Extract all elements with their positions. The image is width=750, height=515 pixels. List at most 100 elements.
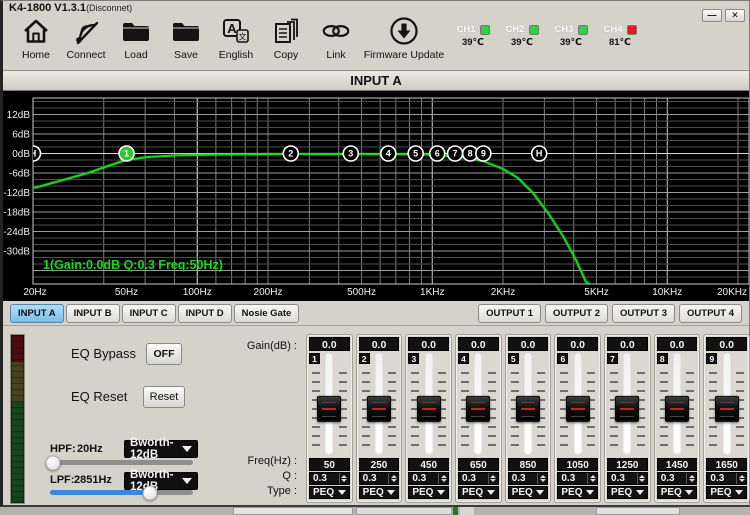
band-type-dropdown[interactable]: PEQ xyxy=(657,486,698,499)
freq-row-label: Freq(Hz) : xyxy=(248,455,298,467)
tab-input-4[interactable]: INPUT D xyxy=(178,304,232,323)
band-gain-slider[interactable] xyxy=(359,364,400,457)
band-gain-slider[interactable] xyxy=(557,364,598,457)
band-q-spinner[interactable]: 0.3 xyxy=(359,472,400,485)
x-axis-label: 20Hz xyxy=(23,287,46,298)
toolbar-button[interactable]: Home xyxy=(11,14,61,61)
tab-input-5[interactable]: Nosie Gate xyxy=(234,304,300,323)
band-q-spinner[interactable]: 0.3 xyxy=(408,472,449,485)
channel-status: CH1 39℃ xyxy=(455,24,491,48)
band-4-marker[interactable]: 4 xyxy=(381,146,396,161)
band-type-dropdown[interactable]: PEQ xyxy=(359,486,400,499)
x-axis-label: 1KHz xyxy=(420,287,444,298)
toolbar-button[interactable]: A文 English xyxy=(211,14,261,61)
band-q-spinner[interactable]: 0.3 xyxy=(607,472,648,485)
band-1-marker[interactable]: 1 xyxy=(119,146,134,161)
link-icon xyxy=(320,14,352,48)
hpf-type-dropdown[interactable]: Bworth-12dB xyxy=(124,440,198,458)
toolbar-button[interactable]: Firmware Update xyxy=(361,14,447,61)
band-gain-slider[interactable] xyxy=(508,364,549,457)
x-axis-label: 5KHz xyxy=(584,287,608,298)
band-type-dropdown[interactable]: PEQ xyxy=(607,486,648,499)
toolbar-button[interactable]: Link xyxy=(311,14,361,61)
band-gain-slider[interactable] xyxy=(458,364,499,457)
band-gain-slider[interactable] xyxy=(657,364,698,457)
eq-band-strip: 0.0 8 1450 0.3 PEQ xyxy=(654,334,701,503)
band-type-dropdown[interactable]: PEQ xyxy=(557,486,598,499)
tab-input-2[interactable]: INPUT B xyxy=(66,304,120,323)
toolbar-button[interactable]: Copy xyxy=(261,14,311,61)
toolbar-button[interactable]: Load xyxy=(111,14,161,61)
band-2-marker[interactable]: 2 xyxy=(283,146,298,161)
band-freq-value: 1650 xyxy=(706,458,747,471)
band-q-spinner[interactable]: 0.3 xyxy=(657,472,698,485)
channel-status-led xyxy=(480,25,490,35)
spinner-arrows-icon[interactable] xyxy=(488,473,498,484)
band-number-badge: 7 xyxy=(607,353,618,364)
toolbar-button-label: Load xyxy=(124,49,147,61)
band-6-marker[interactable]: 6 xyxy=(430,146,445,161)
band-9-marker[interactable]: 9 xyxy=(476,146,491,161)
spinner-arrows-icon[interactable] xyxy=(686,473,696,484)
band-type-dropdown[interactable]: PEQ xyxy=(309,486,350,499)
spinner-arrows-icon[interactable] xyxy=(438,473,448,484)
band-slider-knob[interactable] xyxy=(317,395,341,421)
spinner-arrows-icon[interactable] xyxy=(736,473,746,484)
lpf-slider[interactable] xyxy=(50,490,193,495)
hpf-slider-knob[interactable] xyxy=(45,455,60,470)
spinner-arrows-icon[interactable] xyxy=(537,473,547,484)
band-slider-knob[interactable] xyxy=(715,395,739,421)
band-slider-knob[interactable] xyxy=(665,395,689,421)
band-3-marker[interactable]: 3 xyxy=(343,146,358,161)
band-slider-knob[interactable] xyxy=(615,395,639,421)
band-q-spinner[interactable]: 0.3 xyxy=(706,472,747,485)
lpf-type-dropdown[interactable]: Bworth-12dB xyxy=(124,472,198,490)
spinner-arrows-icon[interactable] xyxy=(388,473,398,484)
hpf-slider[interactable] xyxy=(50,460,193,465)
eq-curve-graph[interactable]: 12dB6dB0dB-6dB-12dB-18dB-24dB-30dB20Hz50… xyxy=(3,91,749,301)
channel-temperature: 39℃ xyxy=(511,37,533,48)
channel-temperature: 81℃ xyxy=(609,37,631,48)
band-type-dropdown[interactable]: PEQ xyxy=(458,486,499,499)
lpf-slider-knob[interactable] xyxy=(143,485,158,500)
tab-input-3[interactable]: INPUT C xyxy=(122,304,176,323)
graph-title: INPUT A xyxy=(3,70,749,91)
tab-output-2[interactable]: OUTPUT 2 xyxy=(545,304,608,323)
band-gain-slider[interactable] xyxy=(309,364,350,457)
tab-output-3[interactable]: OUTPUT 3 xyxy=(612,304,675,323)
band-slider-knob[interactable] xyxy=(516,395,540,421)
band-q-spinner[interactable]: 0.3 xyxy=(309,472,350,485)
band-7-marker[interactable]: 7 xyxy=(448,146,463,161)
eq-bands-row: 0.0 1 50 0.3 PEQ 0.0 2 250 0.3 xyxy=(306,334,750,503)
filter-handle-marker[interactable]: H xyxy=(532,146,547,161)
eq-reset-button[interactable]: Reset xyxy=(143,386,185,408)
toolbar-button[interactable]: Save xyxy=(161,14,211,61)
band-q-spinner[interactable]: 0.3 xyxy=(508,472,549,485)
band-gain-slider[interactable] xyxy=(607,364,648,457)
spinner-arrows-icon[interactable] xyxy=(637,473,647,484)
toolbar-button[interactable]: Connect xyxy=(61,14,111,61)
band-slider-knob[interactable] xyxy=(417,395,441,421)
tab-input-1[interactable]: INPUT A xyxy=(10,304,64,323)
band-gain-slider[interactable] xyxy=(706,364,747,457)
band-number-badge: 1 xyxy=(309,353,320,364)
band-type-value: PEQ xyxy=(462,487,483,498)
band-q-spinner[interactable]: 0.3 xyxy=(557,472,598,485)
eq-bypass-button[interactable]: OFF xyxy=(146,343,182,365)
band-gain-slider[interactable] xyxy=(408,364,449,457)
tab-output-1[interactable]: OUTPUT 1 xyxy=(478,304,541,323)
band-type-dropdown[interactable]: PEQ xyxy=(706,486,747,499)
band-type-dropdown[interactable]: PEQ xyxy=(408,486,449,499)
spinner-arrows-icon[interactable] xyxy=(587,473,597,484)
band-gain-value: 0.0 xyxy=(408,337,449,351)
band-slider-knob[interactable] xyxy=(466,395,490,421)
band-5-marker[interactable]: 5 xyxy=(408,146,423,161)
band-number-badge: 3 xyxy=(408,353,419,364)
band-slider-knob[interactable] xyxy=(566,395,590,421)
band-slider-knob[interactable] xyxy=(367,395,391,421)
band-q-spinner[interactable]: 0.3 xyxy=(458,472,499,485)
spinner-arrows-icon[interactable] xyxy=(339,473,349,484)
band-number-badge: 6 xyxy=(557,353,568,364)
band-type-dropdown[interactable]: PEQ xyxy=(508,486,549,499)
tab-output-4[interactable]: OUTPUT 4 xyxy=(679,304,742,323)
